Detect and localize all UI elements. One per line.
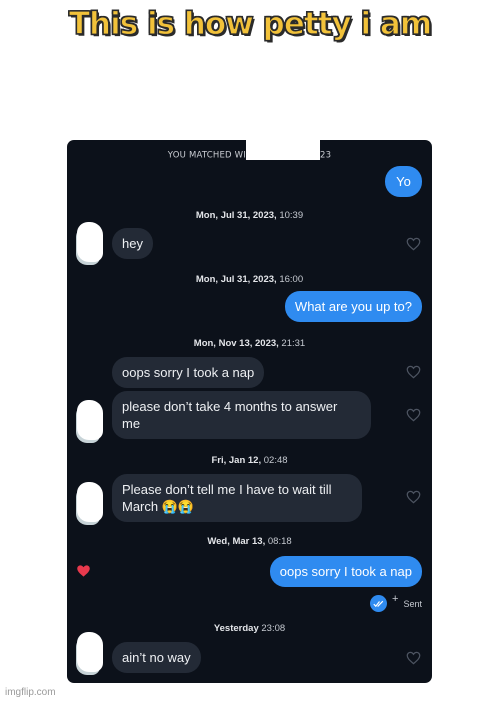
match-banner: YOU MATCHED WI 23: [67, 140, 432, 163]
heart-filled-icon[interactable]: [76, 564, 91, 578]
heart-outline-icon[interactable]: [406, 365, 421, 379]
message-incoming-dont-take-4-months[interactable]: please don’t take 4 months to answer me: [112, 391, 371, 439]
timestamp-time: 02:48: [261, 455, 288, 466]
timestamp-date: Mon, Jul 31, 2023,: [195, 274, 277, 285]
timestamp-date: Mon, Jul 31, 2023,: [195, 210, 277, 221]
timestamp: Yesterday 23:08: [67, 623, 432, 634]
timestamp-time: 23:08: [258, 623, 286, 634]
message-outgoing-yo[interactable]: Yo: [385, 166, 422, 197]
message-incoming-oops-sorry[interactable]: oops sorry I took a nap: [112, 357, 265, 388]
message-incoming-wait-till-march[interactable]: Please don’t tell me I have to wait till…: [112, 474, 362, 522]
message-incoming-aint-no-way[interactable]: ain’t no way: [112, 642, 201, 673]
timestamp-date: Fri, Jan 12,: [211, 455, 262, 466]
timestamp: Wed, Mar 13, 08:18: [67, 536, 432, 547]
heart-outline-icon[interactable]: [406, 237, 421, 251]
heart-outline-icon[interactable]: [406, 490, 421, 504]
message-outgoing-oops-sorry[interactable]: oops sorry I took a nap: [269, 556, 422, 587]
avatar[interactable]: [77, 400, 103, 440]
meme-caption: This is how petty i am: [68, 5, 432, 42]
timestamp: Mon, Nov 13, 2023, 21:31: [67, 338, 432, 349]
timestamp-time: 16:00: [276, 274, 304, 285]
timestamp: Fri, Jan 12, 02:48: [67, 455, 432, 466]
heart-outline-icon[interactable]: [406, 408, 421, 422]
match-banner-prefix: YOU MATCHED WI: [167, 150, 246, 161]
message-outgoing-what-are-you-up-to[interactable]: What are you up to?: [284, 291, 422, 322]
timestamp: Mon, Jul 31, 2023, 10:39: [67, 210, 432, 221]
redacted-name-block: [245, 140, 320, 160]
avatar[interactable]: [77, 222, 103, 262]
message-incoming-hey[interactable]: hey: [112, 228, 153, 259]
plus-icon: +: [392, 592, 399, 605]
sent-label: Sent: [403, 598, 422, 609]
double-check-icon: [370, 595, 388, 612]
chat-screenshot: YOU MATCHED WI 23 Yo Mon, Jul 31, 2023, 1…: [67, 140, 432, 683]
match-banner-suffix: 23: [319, 150, 332, 161]
timestamp-time: 08:18: [265, 536, 292, 547]
timestamp-time: 10:39: [276, 210, 304, 221]
imgflip-watermark: imgflip.com: [5, 687, 56, 698]
timestamp-date: Mon, Nov 13, 2023,: [193, 338, 279, 349]
timestamp: Mon, Jul 31, 2023, 16:00: [67, 274, 432, 285]
avatar[interactable]: [77, 482, 103, 522]
timestamp-time: 21:31: [278, 338, 306, 349]
timestamp-date: Yesterday: [213, 623, 259, 634]
heart-outline-icon[interactable]: [406, 651, 421, 665]
timestamp-date: Wed, Mar 13,: [207, 536, 266, 547]
sent-status: + Sent: [370, 592, 422, 612]
avatar[interactable]: [77, 632, 103, 672]
